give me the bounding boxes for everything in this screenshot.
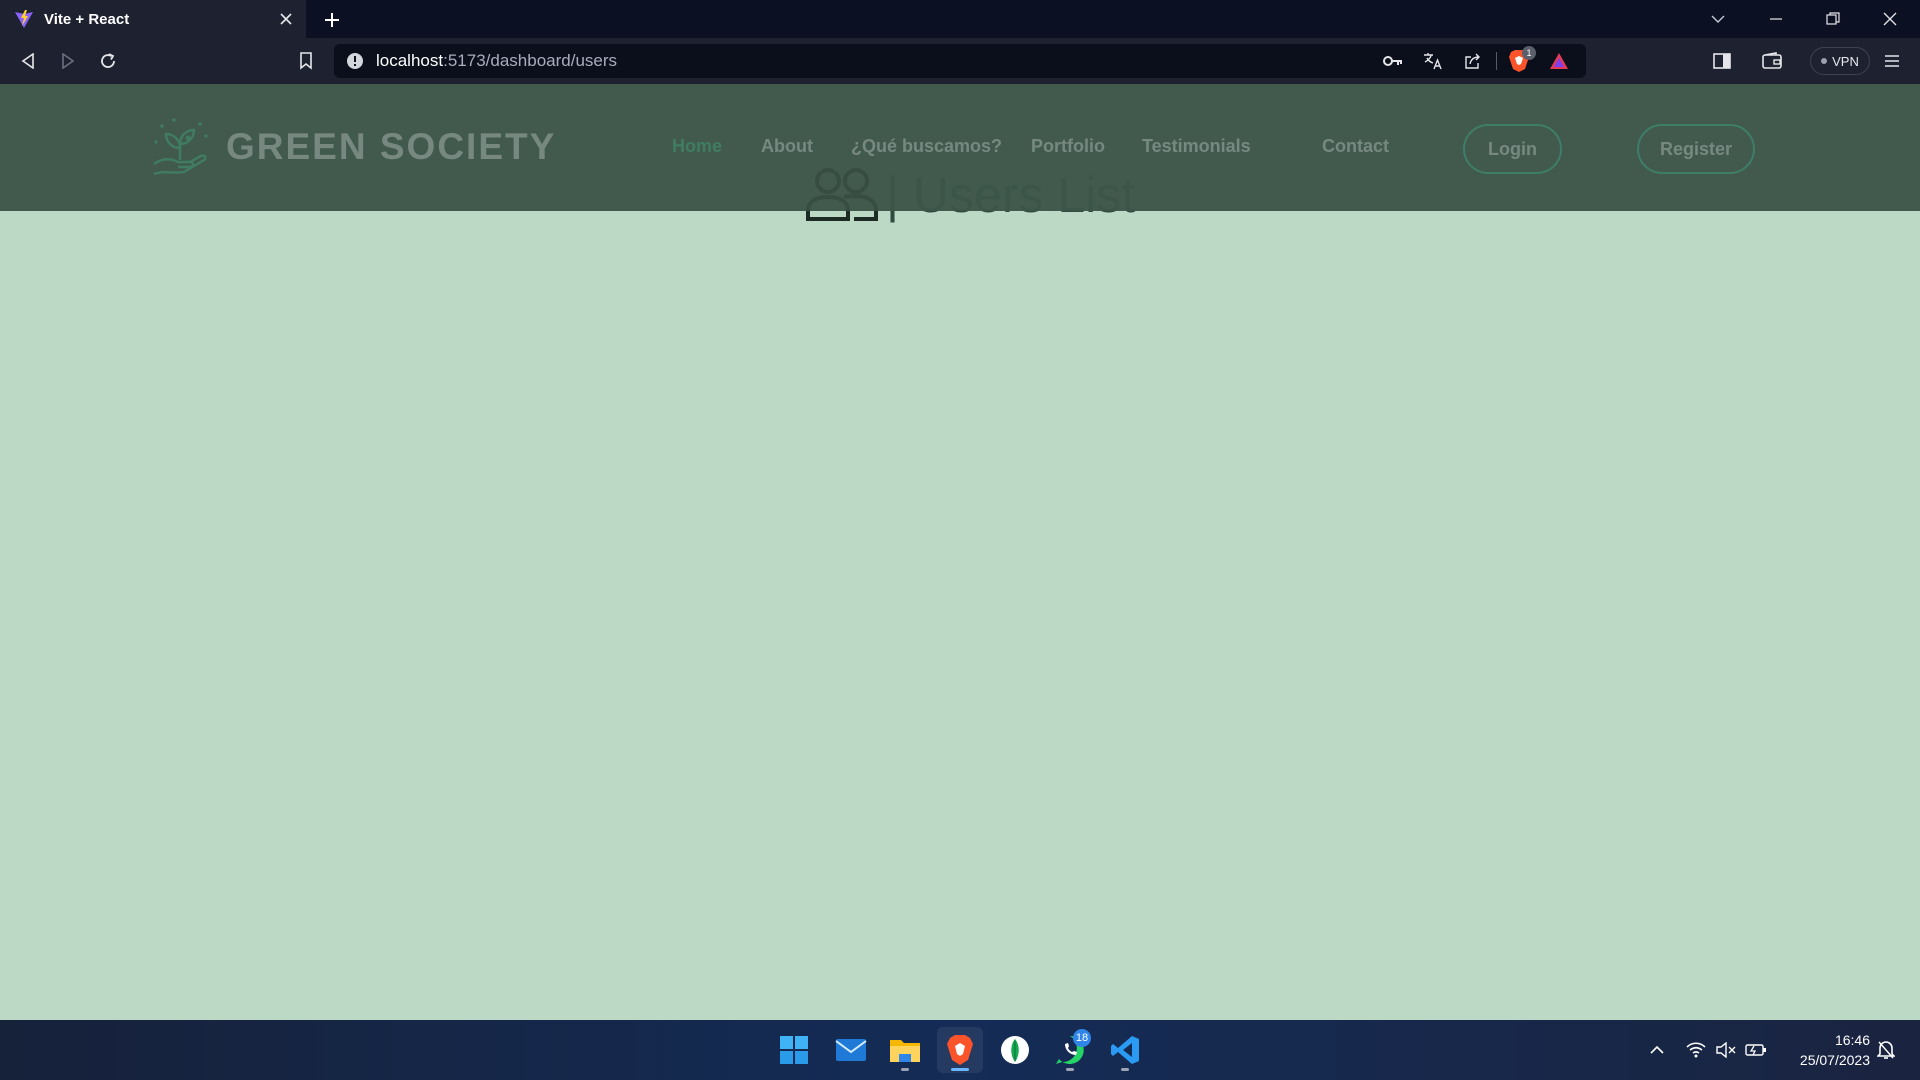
whatsapp-running-indicator (1066, 1068, 1074, 1071)
url-divider (1496, 52, 1497, 70)
vpn-label: VPN (1832, 53, 1859, 69)
brand-name: GREEN SOCIETY (226, 126, 557, 167)
tray-overflow-chevron-icon[interactable] (1645, 1038, 1669, 1062)
vpn-status-dot (1821, 58, 1828, 64)
url-path: :5173/dashboard/users (443, 51, 618, 70)
volume-muted-icon[interactable] (1714, 1038, 1738, 1062)
menu-icon[interactable] (1878, 47, 1906, 75)
windows-start-icon[interactable] (771, 1027, 817, 1073)
mongodb-compass-icon[interactable] (992, 1027, 1038, 1073)
password-key-icon[interactable] (1380, 48, 1406, 74)
site-logo[interactable]: GREEN SOCIETY (150, 114, 556, 180)
vscode-running-indicator (1121, 1068, 1129, 1071)
register-button[interactable]: Register (1637, 124, 1755, 174)
users-list-title: | Users List (886, 167, 1136, 223)
bookmark-icon[interactable] (292, 47, 320, 75)
system-clock[interactable]: 16:46 25/07/2023 (1780, 1030, 1870, 1070)
mail-icon[interactable] (828, 1027, 874, 1073)
nav-contact[interactable]: Contact (1322, 136, 1389, 157)
users-group-icon (806, 168, 878, 221)
notifications-icon[interactable] (1874, 1038, 1898, 1062)
wifi-icon[interactable] (1684, 1038, 1708, 1062)
forward-icon[interactable] (54, 47, 82, 75)
plant-in-hand-icon (153, 118, 208, 176)
clock-date: 25/07/2023 (1799, 1052, 1870, 1068)
windows-taskbar: 18 16:46 25/07/2023 (0, 1020, 1920, 1080)
nav-testimonials[interactable]: Testimonials (1142, 136, 1251, 157)
address-bar[interactable]: localhost:5173/dashboard/users 1 (334, 44, 1586, 78)
brave-running-indicator (951, 1068, 969, 1071)
wallet-icon[interactable] (1758, 47, 1786, 75)
vite-logo-icon (15, 10, 33, 28)
new-tab-plus-icon[interactable] (318, 6, 346, 34)
browser-tab[interactable]: Vite + React (0, 0, 306, 38)
nav-portfolio[interactable]: Portfolio (1031, 136, 1105, 157)
users-list-heading: | Users List (804, 166, 1135, 224)
restore-icon[interactable] (1811, 4, 1855, 34)
nav-home[interactable]: Home (672, 136, 722, 157)
vpn-button[interactable]: VPN (1810, 47, 1870, 75)
nav-que-buscamos[interactable]: ¿Qué buscamos? (851, 136, 1002, 157)
reload-icon[interactable] (94, 47, 122, 75)
site-info-icon[interactable] (346, 52, 364, 70)
tab-title: Vite + React (44, 10, 130, 28)
battery-icon[interactable] (1744, 1038, 1768, 1062)
vscode-icon[interactable] (1102, 1027, 1148, 1073)
login-button[interactable]: Login (1463, 124, 1562, 174)
brave-shields-icon[interactable]: 1 (1506, 46, 1536, 74)
brave-shields-badge: 1 (1522, 46, 1536, 60)
url-host: localhost (376, 51, 444, 70)
sidebar-toggle-icon[interactable] (1708, 47, 1736, 75)
translate-icon[interactable] (1420, 48, 1446, 74)
share-icon[interactable] (1460, 48, 1486, 74)
brave-browser-icon[interactable] (937, 1027, 983, 1073)
minimize-icon[interactable] (1754, 4, 1798, 34)
file-explorer-running-indicator (901, 1068, 909, 1071)
tab-search-chevron-icon[interactable] (1696, 4, 1740, 34)
whatsapp-unread-badge: 18 (1073, 1029, 1091, 1047)
file-explorer-icon[interactable] (882, 1027, 928, 1073)
clock-time: 16:46 (1834, 1032, 1870, 1048)
nav-about[interactable]: About (761, 136, 813, 157)
back-icon[interactable] (14, 47, 42, 75)
whatsapp-icon[interactable]: 18 (1047, 1027, 1093, 1073)
brave-rewards-icon[interactable] (1546, 48, 1572, 74)
tab-strip: Vite + React (0, 0, 1920, 38)
close-window-icon[interactable] (1868, 4, 1912, 34)
tab-close-icon[interactable] (274, 7, 298, 31)
